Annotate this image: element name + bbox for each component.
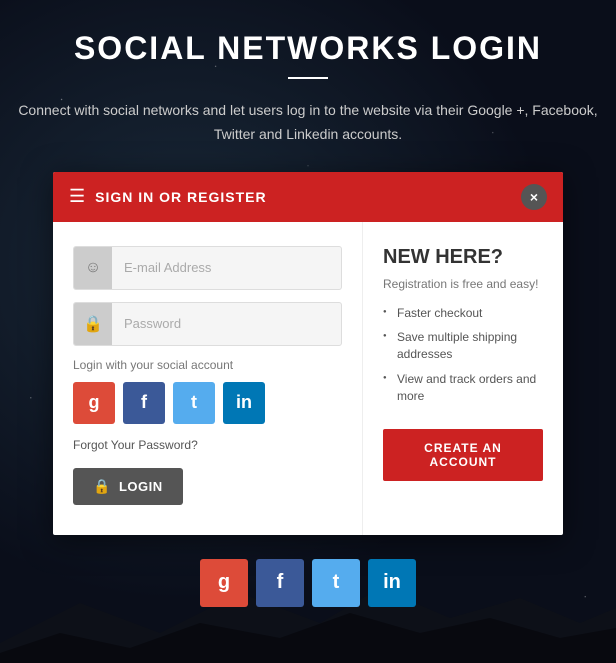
facebook-login-button[interactable]: f [123, 382, 165, 424]
password-input-group: 🔒 [73, 302, 342, 346]
right-panel: NEW HERE? Registration is free and easy!… [363, 222, 563, 535]
benefit-3: View and track orders and more [383, 371, 543, 405]
login-label: LOGIN [119, 479, 163, 494]
left-panel: ☺ 🔒 Login with your social account g f t… [53, 222, 363, 535]
benefit-1: Faster checkout [383, 305, 543, 322]
title-divider [288, 77, 328, 79]
benefit-2: Save multiple shipping addresses [383, 329, 543, 363]
modal-header-left: ☰ SIGN IN OR REGISTER [69, 186, 267, 207]
new-here-title: NEW HERE? [383, 246, 543, 269]
modal: ☰ SIGN IN OR REGISTER × ☺ 🔒 Login with y… [53, 172, 563, 535]
login-lock-icon: 🔒 [93, 478, 111, 495]
page-wrapper: SOCIAL NETWORKS LOGIN Connect with socia… [0, 0, 616, 627]
page-title: SOCIAL NETWORKS LOGIN [74, 30, 542, 67]
bottom-google-button[interactable]: g [200, 559, 248, 607]
login-button[interactable]: 🔒 LOGIN [73, 468, 183, 505]
benefits-list: Faster checkout Save multiple shipping a… [383, 305, 543, 405]
email-icon: ☺ [74, 247, 112, 289]
page-description: Connect with social networks and let use… [0, 99, 616, 147]
modal-body: ☺ 🔒 Login with your social account g f t… [53, 222, 563, 535]
email-input-group: ☺ [73, 246, 342, 290]
social-buttons: g f t in [73, 382, 342, 424]
bottom-social-buttons: g f t in [200, 559, 416, 607]
forgot-password-link[interactable]: Forgot Your Password? [73, 438, 342, 452]
create-account-button[interactable]: CREATE AN ACCOUNT [383, 429, 543, 481]
google-login-button[interactable]: g [73, 382, 115, 424]
lock-icon: 🔒 [74, 303, 112, 345]
bottom-facebook-button[interactable]: f [256, 559, 304, 607]
close-button[interactable]: × [521, 184, 547, 210]
bottom-linkedin-button[interactable]: in [368, 559, 416, 607]
list-icon: ☰ [69, 186, 85, 207]
email-input[interactable] [112, 250, 341, 285]
registration-free-text: Registration is free and easy! [383, 277, 543, 291]
social-label: Login with your social account [73, 358, 342, 372]
bottom-twitter-button[interactable]: t [312, 559, 360, 607]
twitter-login-button[interactable]: t [173, 382, 215, 424]
modal-header: ☰ SIGN IN OR REGISTER × [53, 172, 563, 222]
modal-header-title: SIGN IN OR REGISTER [95, 189, 266, 205]
password-input[interactable] [112, 306, 341, 341]
linkedin-login-button[interactable]: in [223, 382, 265, 424]
